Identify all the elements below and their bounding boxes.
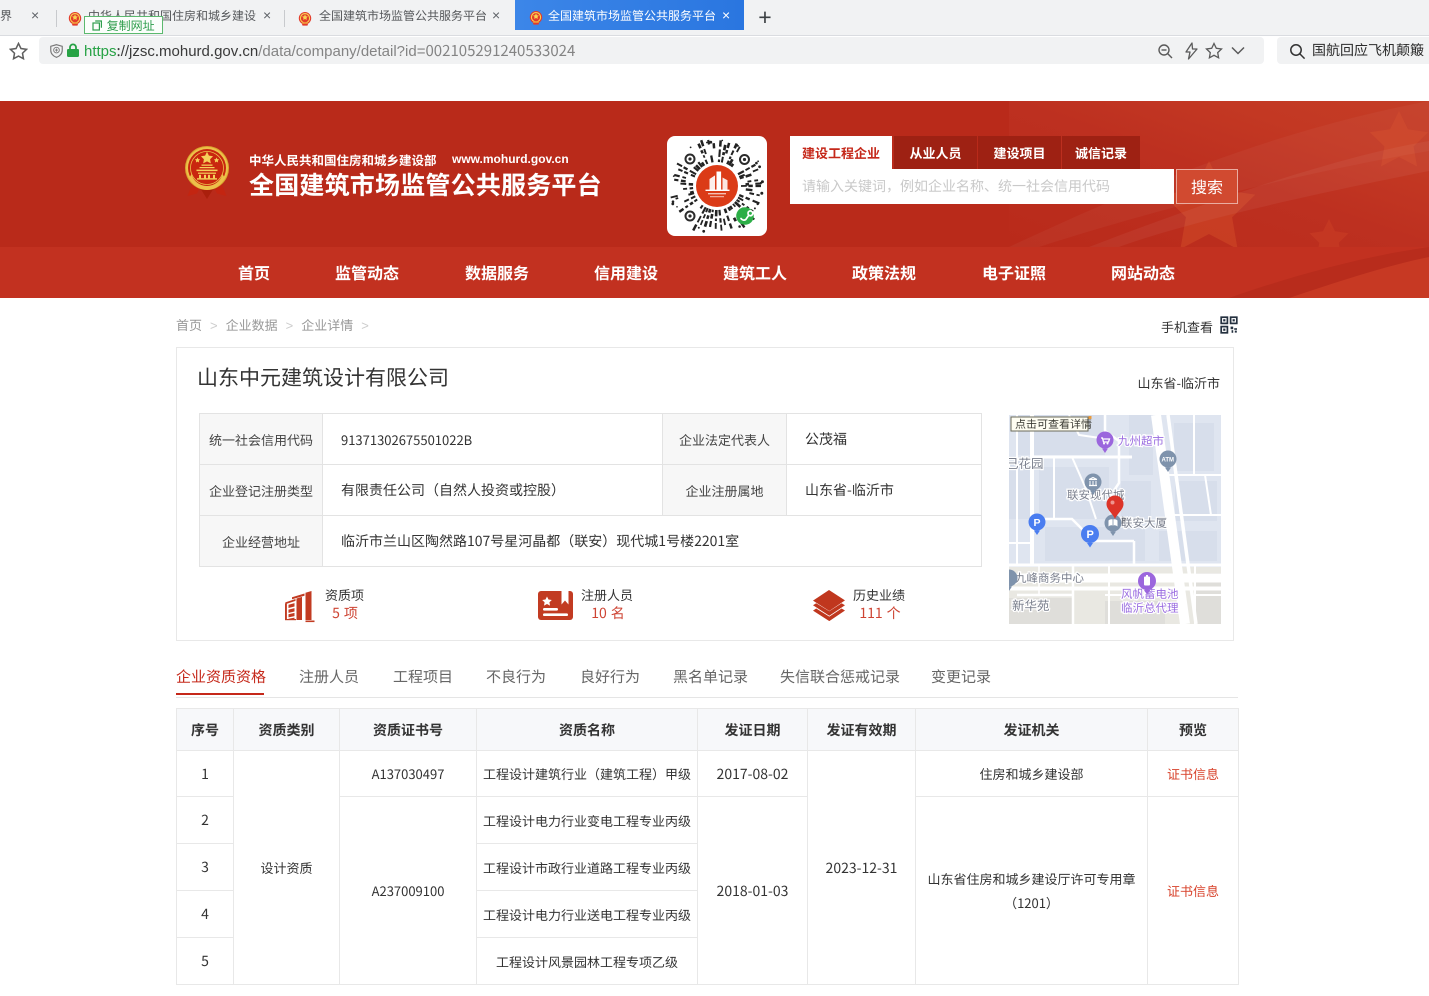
svg-text:临沂总代理: 临沂总代理 [1121,602,1179,615]
svg-text:P: P [1034,517,1041,529]
svg-text:新华苑: 新华苑 [1012,599,1050,613]
svg-text:九峰商务中心: 九峰商务中心 [1015,572,1084,585]
svg-text:己花园: 己花园 [1009,457,1044,471]
svg-text:ATM: ATM [1162,458,1175,464]
svg-text:风帆蓄电池: 风帆蓄电池 [1121,588,1179,601]
svg-text:P: P [1087,529,1094,541]
svg-text:联安大厦: 联安大厦 [1121,517,1167,530]
svg-text:点击可查看详情: 点击可查看详情 [1015,418,1092,431]
svg-text:九州超市: 九州超市 [1118,435,1164,448]
